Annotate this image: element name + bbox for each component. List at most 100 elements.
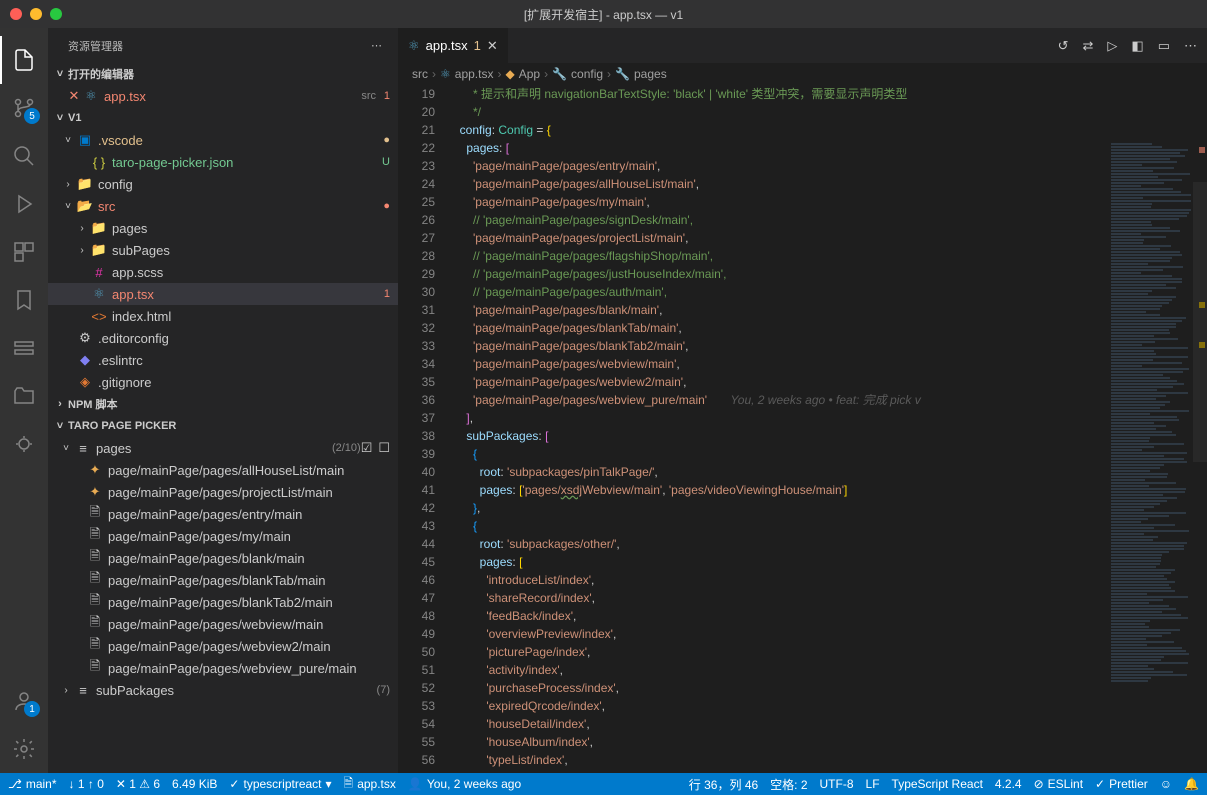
section-open-editors[interactable]: ˅ 打开的编辑器 <box>48 63 398 85</box>
open-editor-item[interactable]: ✕ ⚛ app.tsx src 1 <box>48 85 398 107</box>
activity-explorer[interactable] <box>0 36 48 84</box>
status-branch[interactable]: ⎇main* <box>8 777 57 791</box>
compare-icon[interactable]: ⇄ <box>1083 38 1094 54</box>
activity-gitlens[interactable] <box>0 420 48 468</box>
activity-bookmarks[interactable] <box>0 276 48 324</box>
close-window[interactable] <box>10 8 22 20</box>
history-icon[interactable]: ↺ <box>1058 38 1069 54</box>
taro-page-item[interactable]: 🗎 page/mainPage/pages/blankTab2/main <box>48 591 398 613</box>
split-icon[interactable]: ◧ <box>1131 38 1143 54</box>
breadcrumb-item[interactable]: config <box>571 67 603 81</box>
minimap-scrollbar[interactable] <box>1193 142 1207 773</box>
bell-icon: 🔔 <box>1184 777 1199 791</box>
branch-icon: ⎇ <box>8 777 22 791</box>
chevron-icon: › <box>74 223 90 234</box>
status-encoding[interactable]: UTF-8 <box>820 777 854 791</box>
status-spaces[interactable]: 空格: 2 <box>770 776 807 793</box>
status-ts-version[interactable]: 4.2.4 <box>995 777 1022 791</box>
layout-icon[interactable]: ▭ <box>1158 38 1170 54</box>
maximize-window[interactable] <box>50 8 62 20</box>
scroll-thumb[interactable] <box>1193 182 1207 462</box>
page-path: page/mainPage/pages/my/main <box>108 529 390 544</box>
chevron-right-icon: › <box>607 67 611 81</box>
taro-pages-group[interactable]: ˅ ≡ pages (2/10) ☑ ☐ <box>48 437 398 459</box>
check-icon: ✓ <box>1095 777 1105 791</box>
status-feedback[interactable]: ☺ <box>1160 777 1172 791</box>
taro-page-item[interactable]: 🗎 page/mainPage/pages/blank/main <box>48 547 398 569</box>
chevron-icon: › <box>74 245 90 256</box>
tree-item[interactable]: › 📁 subPages <box>48 239 398 261</box>
activity-settings[interactable] <box>0 725 48 773</box>
react-icon: ⚛ <box>408 38 420 54</box>
chevron-right-icon: › <box>432 67 436 81</box>
taro-page-item[interactable]: 🗎 page/mainPage/pages/webview2/main <box>48 635 398 657</box>
taro-page-item[interactable]: 🗎 page/mainPage/pages/entry/main <box>48 503 398 525</box>
tree-item[interactable]: › 📁 pages <box>48 217 398 239</box>
account-badge: 1 <box>24 701 40 717</box>
taro-page-item[interactable]: 🗎 page/mainPage/pages/webview/main <box>48 613 398 635</box>
file-name: config <box>98 177 376 192</box>
debug-icon <box>12 192 36 216</box>
breadcrumb-item[interactable]: pages <box>634 67 667 81</box>
clear-action-icon[interactable]: ☐ <box>378 440 390 456</box>
status-language-select[interactable]: ✓typescriptreact ▾ <box>229 777 331 791</box>
sidebar-more-icon[interactable]: ⋯ <box>371 39 382 52</box>
status-eol[interactable]: LF <box>866 777 880 791</box>
taro-page-item[interactable]: ✦ page/mainPage/pages/projectList/main <box>48 481 398 503</box>
tree-item[interactable]: ◈ .gitignore <box>48 371 398 393</box>
tree-item[interactable]: ˅ ▣ .vscode ● <box>48 129 398 151</box>
section-folder[interactable]: ˅ V1 <box>48 107 398 129</box>
close-icon[interactable]: ✕ <box>487 38 498 54</box>
taro-page-item[interactable]: ✦ page/mainPage/pages/allHouseList/main <box>48 459 398 481</box>
status-blame[interactable]: 👤You, 2 weeks ago <box>408 777 521 791</box>
activity-project[interactable] <box>0 372 48 420</box>
run-icon[interactable]: ▷ <box>1107 38 1117 54</box>
code-body[interactable]: * 提示和声明 navigationBarTextStyle: 'black' … <box>453 85 1207 773</box>
activity-search[interactable] <box>0 132 48 180</box>
close-icon[interactable]: ✕ <box>66 88 82 104</box>
minimize-window[interactable] <box>30 8 42 20</box>
section-npm[interactable]: › NPM 脚本 <box>48 393 398 415</box>
status-problems[interactable]: ✕ 1 ⚠ 6 <box>116 777 160 791</box>
tree-item[interactable]: <> index.html <box>48 305 398 327</box>
activity-scm[interactable]: 5 <box>0 84 48 132</box>
activity-debug[interactable] <box>0 180 48 228</box>
status-size[interactable]: 6.49 KiB <box>172 777 217 791</box>
status-eslint[interactable]: ⊘ESLint <box>1034 777 1083 791</box>
tree-item[interactable]: ⚛ app.tsx 1 <box>48 283 398 305</box>
activity-extensions[interactable] <box>0 228 48 276</box>
tree-item[interactable]: { } taro-page-picker.json U <box>48 151 398 173</box>
activity-accounts[interactable]: 1 <box>0 677 48 725</box>
wrench-icon: 🔧 <box>552 67 567 81</box>
section-taro[interactable]: ˅ TARO PAGE PICKER <box>48 415 398 437</box>
tree-item[interactable]: ˅ 📂 src ● <box>48 195 398 217</box>
editor-content[interactable]: 1920212223242526272829303132333435363738… <box>398 85 1207 773</box>
breadcrumbs[interactable]: src › ⚛ app.tsx › ◆ App › 🔧 config › 🔧 p… <box>398 63 1207 85</box>
status-language[interactable]: TypeScript React <box>892 777 983 791</box>
status-prettier[interactable]: ✓Prettier <box>1095 777 1148 791</box>
taro-page-item[interactable]: 🗎 page/mainPage/pages/blankTab/main <box>48 569 398 591</box>
breadcrumb-item[interactable]: App <box>519 67 540 81</box>
file-name: subPages <box>112 243 376 258</box>
status-cursor[interactable]: 行 36，列 46 <box>689 776 758 793</box>
sidebar-title: 资源管理器 <box>68 38 123 54</box>
more-icon[interactable]: ⋯ <box>1184 38 1197 54</box>
tree-item[interactable]: › 📁 config <box>48 173 398 195</box>
check-action-icon[interactable]: ☑ <box>361 440 373 456</box>
tree-item[interactable]: ◆ .eslintrc <box>48 349 398 371</box>
tab-app-tsx[interactable]: ⚛ app.tsx 1 ✕ <box>398 28 509 63</box>
tree-item[interactable]: # app.scss <box>48 261 398 283</box>
status-file[interactable]: 🗎app.tsx <box>344 774 396 795</box>
status-sync[interactable]: ↓ 1 ↑ 0 <box>69 777 104 791</box>
status-bell[interactable]: 🔔 <box>1184 777 1199 791</box>
tree-item[interactable]: ⚙ .editorconfig <box>48 327 398 349</box>
breadcrumb-item[interactable]: src <box>412 67 428 81</box>
minimap[interactable] <box>1107 142 1207 773</box>
chevron-right-icon: › <box>52 398 68 410</box>
taro-subpackages-group[interactable]: › ≡ subPackages (7) <box>48 679 398 701</box>
activity-docker[interactable] <box>0 324 48 372</box>
taro-page-item[interactable]: 🗎 page/mainPage/pages/my/main <box>48 525 398 547</box>
breadcrumb-item[interactable]: app.tsx <box>455 67 494 81</box>
status-bar: ⎇main* ↓ 1 ↑ 0 ✕ 1 ⚠ 6 6.49 KiB ✓typescr… <box>0 773 1207 795</box>
taro-page-item[interactable]: 🗎 page/mainPage/pages/webview_pure/main <box>48 657 398 679</box>
